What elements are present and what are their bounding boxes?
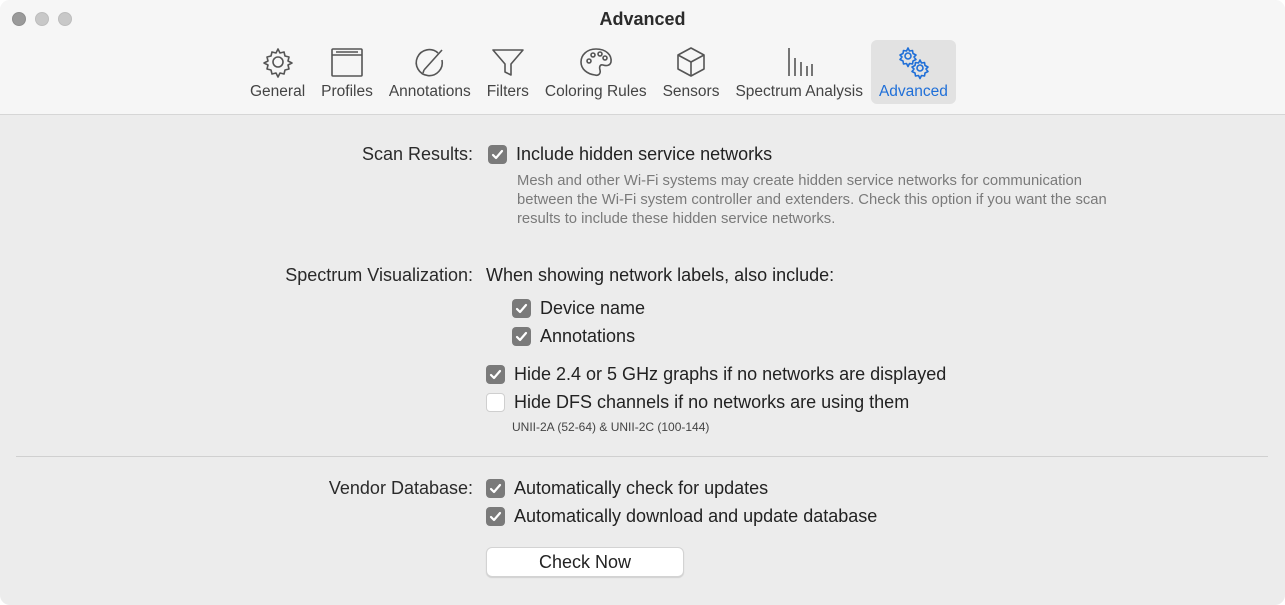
checkbox-checked-icon [488, 145, 507, 164]
description-line: results to include these hidden service … [517, 211, 836, 227]
spectrum-bars-icon [781, 44, 817, 80]
hide-dfs-channels-checkbox[interactable]: Hide DFS channels if no networks are usi… [486, 392, 909, 413]
checkbox-checked-icon [486, 507, 505, 526]
gear-icon [260, 44, 296, 80]
device-name-label: Device name [540, 298, 646, 318]
tab-coloring-rules[interactable]: Coloring Rules [537, 40, 655, 104]
tab-advanced-label: Advanced [878, 83, 948, 100]
advanced-settings-pane: Scan Results: Include hidden service net… [0, 115, 1285, 605]
tab-sensors-label: Sensors [662, 83, 720, 100]
checkbox-checked-icon [512, 327, 531, 346]
tab-filters-label: Filters [486, 83, 529, 100]
tab-filters[interactable]: Filters [479, 40, 537, 104]
auto-download-database-checkbox[interactable]: Automatically download and update databa… [486, 506, 877, 527]
checkbox-checked-icon [512, 299, 531, 318]
scan-results-label: Scan Results: [361, 144, 473, 164]
vendor-database-label: Vendor Database: [328, 478, 473, 498]
tab-general[interactable]: General [242, 40, 313, 104]
hide-dfs-channels-label: Hide DFS channels if no networks are usi… [514, 392, 910, 412]
auto-download-database-label: Automatically download and update databa… [514, 506, 878, 526]
tab-sensors[interactable]: Sensors [655, 40, 728, 104]
hidden-networks-description: Mesh and other Wi-Fi systems may create … [517, 172, 1107, 229]
hide-empty-graphs-label: Hide 2.4 or 5 GHz graphs if no networks … [514, 364, 947, 384]
tab-advanced[interactable]: Advanced [870, 40, 956, 104]
checkbox-unchecked-icon [486, 393, 505, 412]
tab-annotations-label: Annotations [388, 83, 471, 100]
cube-icon [673, 44, 709, 80]
spectrum-visualization-label: Spectrum Visualization: [285, 265, 473, 285]
preferences-toolbar: General Profiles Annotations Filters Col… [242, 40, 956, 104]
section-divider [16, 456, 1268, 457]
checkbox-checked-icon [486, 479, 505, 498]
funnel-icon [490, 44, 526, 80]
pencil-circle-icon [412, 44, 448, 80]
palette-icon [578, 44, 614, 80]
annotations-checkbox[interactable]: Annotations [512, 326, 635, 347]
gears-icon [895, 44, 931, 80]
window-icon [329, 44, 365, 80]
dfs-channel-note: UNII-2A (52-64) & UNII-2C (100-144) [512, 420, 710, 434]
window-title: Advanced [599, 9, 686, 29]
network-labels-intro: When showing network labels, also includ… [486, 265, 835, 285]
preferences-window: Advanced General Profiles Annotations Fi… [0, 0, 1285, 605]
check-now-button[interactable]: Check Now [486, 547, 684, 577]
tab-coloring-rules-label: Coloring Rules [544, 83, 647, 100]
tab-spectrum-analysis[interactable]: Spectrum Analysis [727, 40, 871, 104]
tab-annotations[interactable]: Annotations [381, 40, 479, 104]
tab-profiles[interactable]: Profiles [313, 40, 381, 104]
titlebar: Advanced General Profiles Annotations Fi… [0, 0, 1285, 115]
auto-check-updates-checkbox[interactable]: Automatically check for updates [486, 478, 768, 499]
description-line: Mesh and other Wi-Fi systems may create … [517, 173, 1082, 189]
hide-empty-graphs-checkbox[interactable]: Hide 2.4 or 5 GHz graphs if no networks … [486, 364, 946, 385]
annotations-label: Annotations [540, 326, 636, 346]
device-name-checkbox[interactable]: Device name [512, 298, 645, 319]
include-hidden-networks-label: Include hidden service networks [516, 144, 773, 164]
include-hidden-networks-checkbox[interactable]: Include hidden service networks [488, 144, 772, 165]
tab-spectrum-analysis-label: Spectrum Analysis [735, 83, 863, 100]
auto-check-updates-label: Automatically check for updates [514, 478, 769, 498]
tab-general-label: General [250, 83, 306, 100]
checkbox-checked-icon [486, 365, 505, 384]
tab-profiles-label: Profiles [321, 83, 373, 100]
description-line: between the Wi-Fi system controller and … [517, 192, 1107, 208]
